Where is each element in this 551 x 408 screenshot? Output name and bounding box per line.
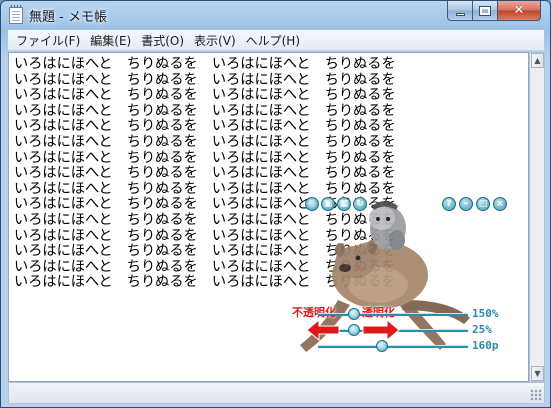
scroll-down-icon[interactable]: ▼ xyxy=(531,366,544,381)
notepad-icon[interactable] xyxy=(9,5,23,24)
maximize-button[interactable] xyxy=(472,1,498,21)
text-line: いろはにほへと ちりぬるを いろはにほへと ちりぬるを xyxy=(14,258,396,275)
help-icon[interactable]: ? xyxy=(442,197,456,211)
lock-icon[interactable]: ◎ xyxy=(305,197,319,211)
grid-icon[interactable]: ▦ xyxy=(337,197,351,211)
arrow-left-icon xyxy=(306,318,340,342)
text-line: いろはにほへと ちりぬるを いろはにほへと ちりぬるを xyxy=(14,165,396,182)
text-line: いろはにほへと ちりぬるを いろはにほへと ちりぬるを xyxy=(14,274,396,291)
size-value: 160p xyxy=(472,339,499,352)
arrow-right-icon xyxy=(362,318,400,342)
text-line: いろはにほへと ちりぬるを いろはにほへと ちりぬるを xyxy=(14,56,396,72)
status-bar xyxy=(8,382,545,404)
opacity-value: 150% xyxy=(472,307,499,320)
arrow-icons xyxy=(306,318,400,342)
minimize-widget-icon[interactable]: – xyxy=(459,197,473,211)
window-title: 無題 - メモ帳 xyxy=(29,10,107,25)
text-line: いろはにほへと ちりぬるを いろはにほへと ちりぬるを xyxy=(14,227,396,244)
text-line: いろはにほへと ちりぬるを いろはにほへと ちりぬるを xyxy=(14,118,396,135)
text-line: いろはにほへと ちりぬるを いろはにほへと ちりぬるを xyxy=(14,87,396,104)
copy-icon[interactable]: ▣ xyxy=(321,197,335,211)
restore-widget-icon[interactable]: □ xyxy=(476,197,490,211)
text-line: いろはにほへと ちりぬるを いろはにほへと ちりぬるを xyxy=(14,71,396,88)
refresh-icon[interactable]: ↻ xyxy=(353,197,367,211)
menu-edit[interactable]: 編集(E) xyxy=(87,32,138,49)
resize-grip-icon[interactable] xyxy=(530,389,542,401)
slider-track xyxy=(318,345,468,348)
widget-window-controls: ? – □ × xyxy=(442,197,507,213)
close-widget-icon[interactable]: × xyxy=(493,197,507,211)
maximize-icon xyxy=(479,5,491,16)
text-line: いろはにほへと ちりぬるを いろはにほへと ちりぬるを xyxy=(14,243,396,260)
text-line: いろはにほへと ちりぬるを いろはにほへと ちりぬるを xyxy=(14,212,396,228)
close-icon: ✕ xyxy=(513,3,525,18)
text-line: いろはにほへと ちりぬるを いろはにほへと ちりぬるを xyxy=(14,180,396,197)
menu-view[interactable]: 表示(V) xyxy=(191,32,243,49)
menu-help[interactable]: ヘルプ(H) xyxy=(243,32,307,49)
menu-bar: ファイル(F) 編集(E) 書式(O) 表示(V) ヘルプ(H) xyxy=(8,30,544,51)
close-button[interactable]: ✕ xyxy=(497,1,541,21)
widget-toolbar: ◎ ▣ ▦ ↻ xyxy=(305,197,367,213)
minimize-button[interactable] xyxy=(447,1,473,21)
vertical-scrollbar[interactable]: ▲ ▼ xyxy=(529,52,545,382)
scroll-up-icon[interactable]: ▲ xyxy=(531,53,544,68)
transparency-value: 25% xyxy=(472,323,492,336)
menu-file[interactable]: ファイル(F) xyxy=(13,32,87,49)
text-line: いろはにほへと ちりぬるを いろはにほへと ちりぬるを xyxy=(14,134,396,150)
text-line: いろはにほへと ちりぬるを いろはにほへと ちりぬるを xyxy=(14,149,396,166)
minimize-icon xyxy=(455,12,465,16)
text-line: いろはにほへと ちりぬるを いろはにほへと ちりぬるを xyxy=(14,102,396,119)
menu-format[interactable]: 書式(O) xyxy=(138,32,191,49)
slider-track xyxy=(318,313,468,316)
